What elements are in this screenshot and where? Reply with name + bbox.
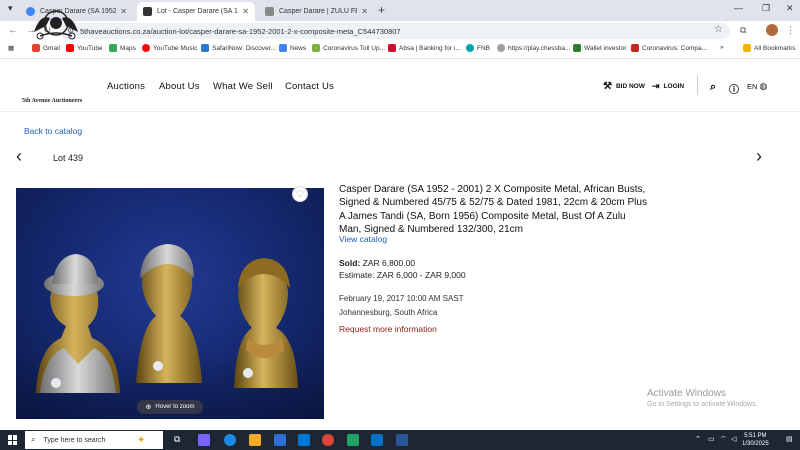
browser-tab-3[interactable]: Casper Darare | ZULU FEMALE ✕: [259, 2, 374, 21]
lot-image[interactable]: [16, 188, 324, 419]
more-bookmarks-icon[interactable]: »: [720, 44, 724, 51]
tray-chevron-icon[interactable]: ⌃: [695, 435, 701, 443]
previous-lot-icon[interactable]: ‹: [16, 146, 22, 167]
bookmark-wallet-investor[interactable]: Wallet investor: [573, 44, 626, 52]
search-icon[interactable]: ⌕: [710, 81, 716, 94]
header-divider: [697, 75, 698, 95]
browser-tab-2[interactable]: Lot - Casper Darare (SA 1952 ✕: [137, 2, 255, 21]
windows-start-icon[interactable]: [8, 435, 18, 445]
view-catalog-link[interactable]: View catalog: [339, 234, 387, 244]
bookmark-youtube-music[interactable]: YouTube Music: [142, 44, 197, 52]
minimize-icon[interactable]: —: [734, 3, 743, 13]
search-icon: ⌕: [31, 435, 36, 444]
nav-contact-us[interactable]: Contact Us: [285, 81, 334, 92]
volume-icon[interactable]: ◁: [731, 435, 736, 443]
favorite-heart-icon[interactable]: ♡: [292, 186, 308, 202]
close-icon[interactable]: ✕: [361, 7, 368, 16]
nav-about-us[interactable]: About Us: [159, 81, 200, 92]
tab-search-icon[interactable]: ▾: [8, 3, 13, 14]
all-bookmarks[interactable]: All Bookmarks: [743, 44, 796, 52]
store-icon[interactable]: [274, 434, 286, 446]
chrome-icon[interactable]: [322, 434, 334, 446]
auction-date: February 19, 2017 10:00 AM SAST: [339, 294, 464, 303]
next-lot-icon[interactable]: ›: [756, 146, 762, 167]
copilot-icon: ✦: [137, 434, 146, 446]
lot-title: Casper Darare (SA 1952 - 2001) 2 X Compo…: [339, 184, 647, 235]
sold-price: Sold: ZAR 6,800.00: [339, 258, 416, 268]
bookmark-news[interactable]: News: [279, 44, 306, 52]
help-icon[interactable]: ⓘ: [729, 81, 739, 96]
login-icon: ⇥: [652, 81, 660, 91]
lot-number: Lot 439: [53, 153, 84, 163]
outlook-icon[interactable]: [371, 434, 383, 446]
request-info-link[interactable]: Request more information: [339, 324, 437, 334]
bookmark-safarinow[interactable]: SafariNow: Discover...: [201, 44, 276, 52]
auction-location: Johannesburg, South Africa: [339, 308, 438, 317]
word-icon[interactable]: [396, 434, 408, 446]
close-icon[interactable]: ✕: [242, 7, 249, 16]
bookmark-maps[interactable]: Maps: [109, 44, 136, 52]
bookmark-star-icon[interactable]: ☆: [714, 24, 723, 35]
url-input[interactable]: ⚙ 5thaveauctions.co.za/auction-lot/caspe…: [60, 23, 730, 39]
login-link[interactable]: ⇥ LOGIN: [652, 81, 684, 92]
back-to-catalog-link[interactable]: Back to catalog: [24, 126, 82, 136]
activate-windows-watermark: Activate Windows: [647, 388, 726, 399]
network-icon[interactable]: ▭: [708, 435, 715, 443]
edge-icon[interactable]: [224, 434, 236, 446]
extensions-icon[interactable]: ⧉: [740, 25, 746, 36]
logo-text: 5th Avenue Auctioneers: [22, 98, 83, 104]
mail-icon[interactable]: [298, 434, 310, 446]
activate-windows-hint: Go to Settings to activate Windows.: [647, 401, 758, 408]
page-icon: [265, 7, 274, 16]
bid-now-link[interactable]: ⚒ BID NOW: [603, 81, 645, 92]
browser-tab-bar: ▾ Casper Darare (SA 1952-2001) ✕ Lot - C…: [0, 0, 800, 21]
hover-to-zoom-badge: ⊕ Hover to zoom: [137, 400, 203, 414]
close-icon[interactable]: ✕: [120, 7, 127, 16]
close-window-icon[interactable]: ✕: [786, 3, 794, 14]
gavel-icon: ⚒: [603, 81, 612, 92]
apps-icon[interactable]: ▦: [8, 44, 14, 52]
restore-icon[interactable]: ❐: [762, 3, 770, 14]
notification-icon[interactable]: ▤: [786, 435, 793, 443]
zoom-icon: ⊕: [145, 404, 152, 411]
busts-illustration: [36, 244, 298, 393]
profile-avatar[interactable]: [766, 24, 778, 36]
bookmark-chess[interactable]: https://play.chessba...: [497, 44, 570, 52]
excel-icon[interactable]: [347, 434, 359, 446]
browser-menu-icon[interactable]: ⋮: [786, 25, 795, 36]
globe-icon: ◍: [759, 81, 768, 91]
taskbar-clock[interactable]: 5:51 PM 1/30/2025: [742, 432, 769, 448]
copilot-app-icon[interactable]: [198, 434, 210, 446]
bookmark-coronavirus-compare[interactable]: Coronavirus: Compa...: [631, 44, 707, 52]
new-tab-icon[interactable]: +: [378, 3, 385, 17]
bookmark-fnb[interactable]: FNB: [466, 44, 490, 52]
bookmarks-bar: ▦ Gmail YouTube Maps YouTube Music Safar…: [0, 41, 800, 59]
bookmark-absa[interactable]: Absa | Banking for i...: [388, 44, 461, 52]
back-icon[interactable]: ←: [8, 25, 18, 36]
address-bar-row: ← → ↻ ⚙ 5thaveauctions.co.za/auction-lot…: [0, 21, 800, 41]
estimate: Estimate: ZAR 6,000 - ZAR 9,000: [339, 270, 466, 280]
wifi-icon[interactable]: ⌔: [720, 435, 727, 444]
bookmark-coronavirus-toll[interactable]: Coronavirus Toll Up...: [312, 44, 385, 52]
taskbar-search-input[interactable]: ⌕ Type here to search ✦: [25, 431, 163, 449]
nav-auctions[interactable]: Auctions: [107, 81, 145, 92]
site-icon: [143, 7, 152, 16]
windows-taskbar: ⌕ Type here to search ✦ ⧉ ⌃ ▭ ⌔ ◁ ▤: [0, 430, 800, 450]
auction-house-logo[interactable]: [20, 6, 92, 48]
nav-what-we-sell[interactable]: What We Sell: [213, 81, 273, 92]
language-selector[interactable]: EN ◍: [747, 81, 767, 92]
task-view-icon[interactable]: ⧉: [174, 434, 186, 446]
file-explorer-icon[interactable]: [249, 434, 261, 446]
